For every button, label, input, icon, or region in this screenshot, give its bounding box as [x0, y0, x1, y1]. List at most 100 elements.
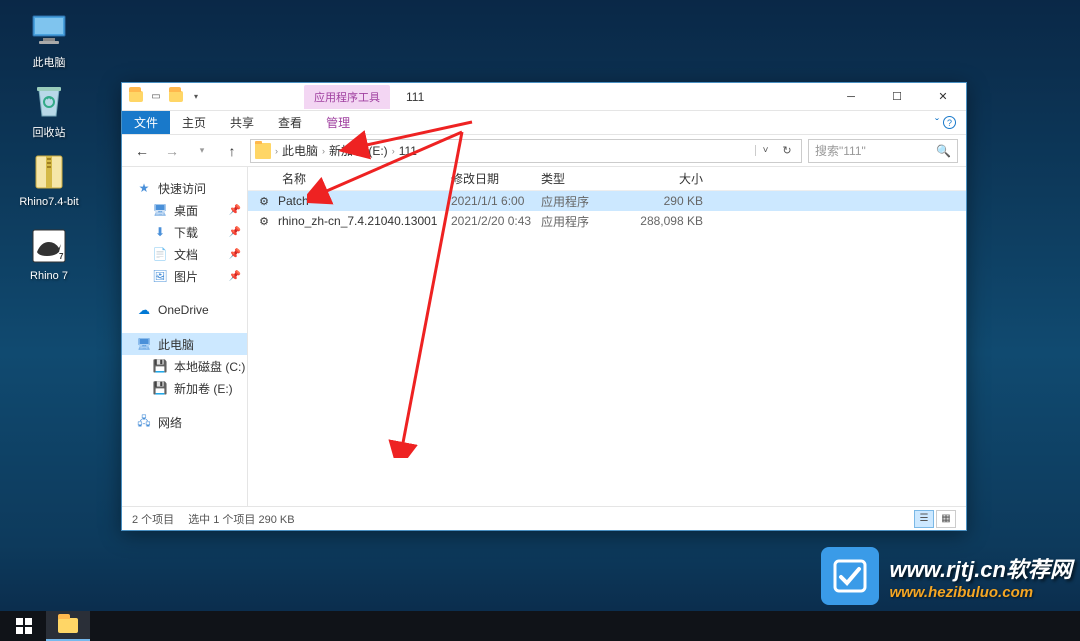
- file-type: 应用程序: [541, 193, 631, 210]
- close-button[interactable]: ✕: [920, 83, 966, 111]
- status-bar: 2 个项目 选中 1 个项目 290 KB ☰ ▦: [122, 506, 966, 530]
- start-button[interactable]: [2, 611, 46, 641]
- pin-icon: 📌: [229, 227, 241, 238]
- view-icons-button[interactable]: ▦: [936, 510, 956, 528]
- nav-this-pc[interactable]: 🖥此电脑: [122, 333, 247, 355]
- taskbar-explorer[interactable]: [46, 611, 90, 641]
- pin-icon: 📌: [229, 249, 241, 260]
- search-input[interactable]: 搜索"111" 🔍: [808, 139, 958, 163]
- refresh-icon[interactable]: ↻: [777, 144, 797, 157]
- back-button[interactable]: ←: [130, 139, 154, 163]
- desktop-icon-rhino74bit[interactable]: Rhino7.4-bit: [12, 152, 86, 208]
- title-bar[interactable]: ▭ ▾ 应用程序工具 111 ─ ☐ ✕: [122, 83, 966, 111]
- desktop-icon-rhino7[interactable]: 7 Rhino 7: [12, 226, 86, 282]
- ribbon-tab-view[interactable]: 查看: [266, 111, 314, 134]
- breadcrumb-dropdown-icon[interactable]: ˅: [755, 145, 775, 156]
- nav-onedrive[interactable]: ☁OneDrive: [122, 299, 247, 321]
- file-type: 应用程序: [541, 213, 631, 230]
- nav-quick-access[interactable]: ★快速访问: [122, 177, 247, 199]
- rhino-icon: 7: [29, 226, 69, 266]
- file-row[interactable]: ⚙ rhino_zh-cn_7.4.21040.13001 2021/2/20 …: [248, 211, 966, 231]
- pin-icon: 📌: [229, 271, 241, 282]
- nav-bar: ← → ▾ ↑ › 此电脑 › 新加卷 (E:) › 111 ˅ ↻ 搜索"11…: [122, 135, 966, 167]
- exe-icon: ⚙: [256, 193, 272, 209]
- taskbar: [0, 611, 1080, 641]
- up-button[interactable]: ↑: [220, 139, 244, 163]
- nav-drive-c[interactable]: 💾本地磁盘 (C:): [122, 355, 247, 377]
- ribbon-tab-share[interactable]: 共享: [218, 111, 266, 134]
- window-title: 111: [406, 90, 424, 104]
- ribbon-tab-manage[interactable]: 管理: [314, 111, 362, 134]
- column-headers: 名称 修改日期 类型 大小: [248, 167, 966, 191]
- status-selected: 选中 1 个项目 290 KB: [188, 511, 294, 527]
- nav-downloads[interactable]: ⬇下载📌: [122, 221, 247, 243]
- minimize-button[interactable]: ─: [828, 83, 874, 111]
- pc-icon: [29, 10, 69, 50]
- file-name: Patch: [278, 194, 451, 208]
- breadcrumb-item[interactable]: 新加卷 (E:): [327, 142, 390, 159]
- forward-button[interactable]: →: [160, 139, 184, 163]
- watermark: www.rjtj.cn软荐网 www.hezibuluo.com: [821, 547, 1072, 605]
- picture-icon: 🖼: [152, 268, 168, 284]
- file-list: 名称 修改日期 类型 大小 ⚙ Patch 2021/1/1 6:00 应用程序…: [248, 167, 966, 506]
- svg-text:7: 7: [59, 252, 64, 261]
- context-tab-label: 应用程序工具: [304, 85, 390, 109]
- breadcrumb[interactable]: › 此电脑 › 新加卷 (E:) › 111 ˅ ↻: [250, 139, 802, 163]
- download-icon: ⬇: [152, 224, 168, 240]
- drive-icon: 💾: [152, 380, 168, 396]
- file-date: 2021/2/20 0:43: [451, 214, 541, 228]
- nav-pictures[interactable]: 🖼图片📌: [122, 265, 247, 287]
- status-item-count: 2 个项目: [132, 511, 174, 527]
- breadcrumb-item[interactable]: 111: [397, 144, 419, 158]
- nav-drive-e[interactable]: 💾新加卷 (E:): [122, 377, 247, 399]
- desktop-icon-label: 此电脑: [33, 54, 66, 70]
- column-date[interactable]: 修改日期: [451, 170, 541, 187]
- breadcrumb-item[interactable]: 此电脑: [280, 142, 320, 159]
- chevron-right-icon[interactable]: ›: [275, 146, 278, 156]
- properties-icon[interactable]: ▭: [148, 89, 164, 105]
- pc-icon: 🖥: [136, 336, 152, 352]
- watermark-bottom: www.hezibuluo.com: [889, 584, 1033, 601]
- chevron-right-icon[interactable]: ›: [322, 146, 325, 156]
- folder-icon: [58, 618, 78, 633]
- nav-desktop[interactable]: 🖥桌面📌: [122, 199, 247, 221]
- file-date: 2021/1/1 6:00: [451, 194, 541, 208]
- pin-icon: 📌: [229, 205, 241, 216]
- chevron-right-icon[interactable]: ›: [392, 146, 395, 156]
- watermark-top: www.rjtj.cn软荐网: [889, 552, 1072, 584]
- maximize-button[interactable]: ☐: [874, 83, 920, 111]
- search-placeholder: 搜索"111": [815, 142, 936, 159]
- star-icon: ★: [136, 180, 152, 196]
- qat-dropdown-icon[interactable]: ▾: [188, 89, 204, 105]
- desktop-icon-recycle-bin[interactable]: 回收站: [12, 80, 86, 140]
- desktop-icon-this-pc[interactable]: 此电脑: [12, 10, 86, 70]
- nav-network[interactable]: 🖧网络: [122, 411, 247, 433]
- column-type[interactable]: 类型: [541, 170, 631, 187]
- ribbon-tab-file[interactable]: 文件: [122, 111, 170, 134]
- view-details-button[interactable]: ☰: [914, 510, 934, 528]
- desktop-icon-label: Rhino 7: [30, 270, 68, 282]
- file-row[interactable]: ⚙ Patch 2021/1/1 6:00 应用程序 290 KB: [248, 191, 966, 211]
- column-name[interactable]: 名称: [256, 170, 451, 187]
- cloud-icon: ☁: [136, 302, 152, 318]
- network-icon: 🖧: [136, 414, 152, 430]
- search-icon[interactable]: 🔍: [936, 144, 951, 158]
- qat-folder-icon[interactable]: [168, 89, 184, 105]
- exe-icon: ⚙: [256, 213, 272, 229]
- desktop-icon-label: Rhino7.4-bit: [19, 196, 78, 208]
- file-size: 288,098 KB: [631, 214, 721, 228]
- nav-documents[interactable]: 📄文档📌: [122, 243, 247, 265]
- zip-icon: [29, 152, 69, 192]
- drive-icon: 💾: [152, 358, 168, 374]
- explorer-window: ▭ ▾ 应用程序工具 111 ─ ☐ ✕ 文件 主页 共享 查看 管理 ˇ ? …: [121, 82, 967, 531]
- document-icon: 📄: [152, 246, 168, 262]
- ribbon-expand-icon[interactable]: ˇ ?: [925, 111, 966, 134]
- ribbon-tab-home[interactable]: 主页: [170, 111, 218, 134]
- column-size[interactable]: 大小: [631, 170, 721, 187]
- folder-icon: [255, 143, 271, 159]
- recycle-bin-icon: [29, 80, 69, 120]
- desktop-icon-label: 回收站: [33, 124, 66, 140]
- folder-icon: [128, 89, 144, 105]
- ribbon-tabs: 文件 主页 共享 查看 管理 ˇ ?: [122, 111, 966, 135]
- recent-locations-button[interactable]: ▾: [190, 139, 214, 163]
